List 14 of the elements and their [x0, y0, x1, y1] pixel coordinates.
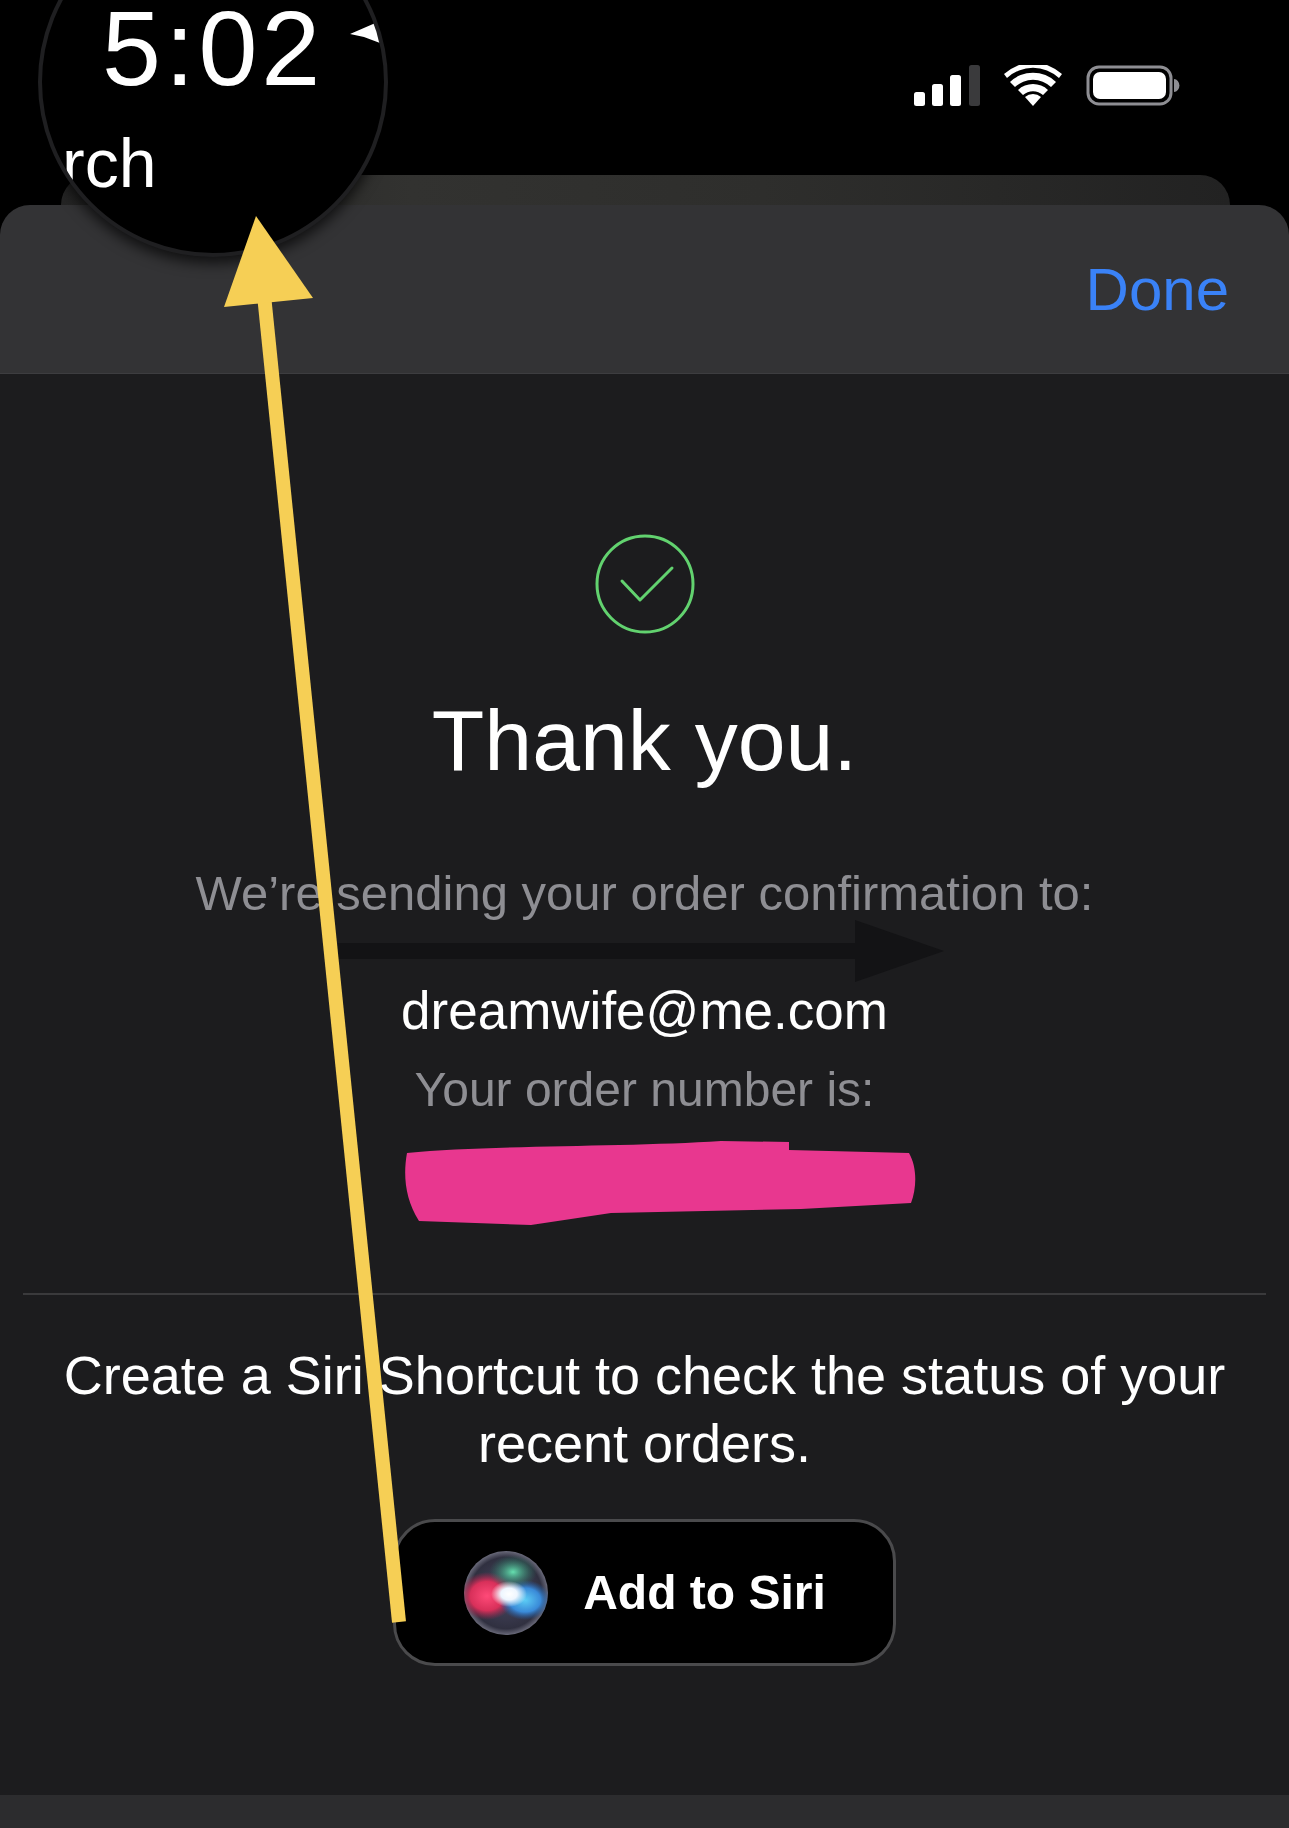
siri-shortcut-prompt: Create a Siri Shortcut to check the status of your recent orders.: [62, 1344, 1227, 1475]
order-number-label: Your order number is:: [414, 1062, 875, 1118]
signal-icon: [914, 64, 980, 106]
magnified-text: rch: [62, 129, 157, 197]
magnified-time: 5:02: [102, 0, 325, 101]
wifi-icon: [1004, 64, 1062, 106]
add-to-siri-button[interactable]: Add to Siri: [393, 1519, 896, 1666]
battery-icon: [1086, 64, 1180, 106]
thank-you-title: Thank you.: [431, 691, 858, 790]
confirmation-label: We’re sending your order confirmation to:: [195, 867, 1094, 919]
email-address: dreamwife@me.com: [401, 982, 888, 1040]
arrow-icon: [350, 21, 380, 43]
success-check-icon: [594, 534, 695, 634]
siri-orb-icon: [463, 1549, 550, 1636]
